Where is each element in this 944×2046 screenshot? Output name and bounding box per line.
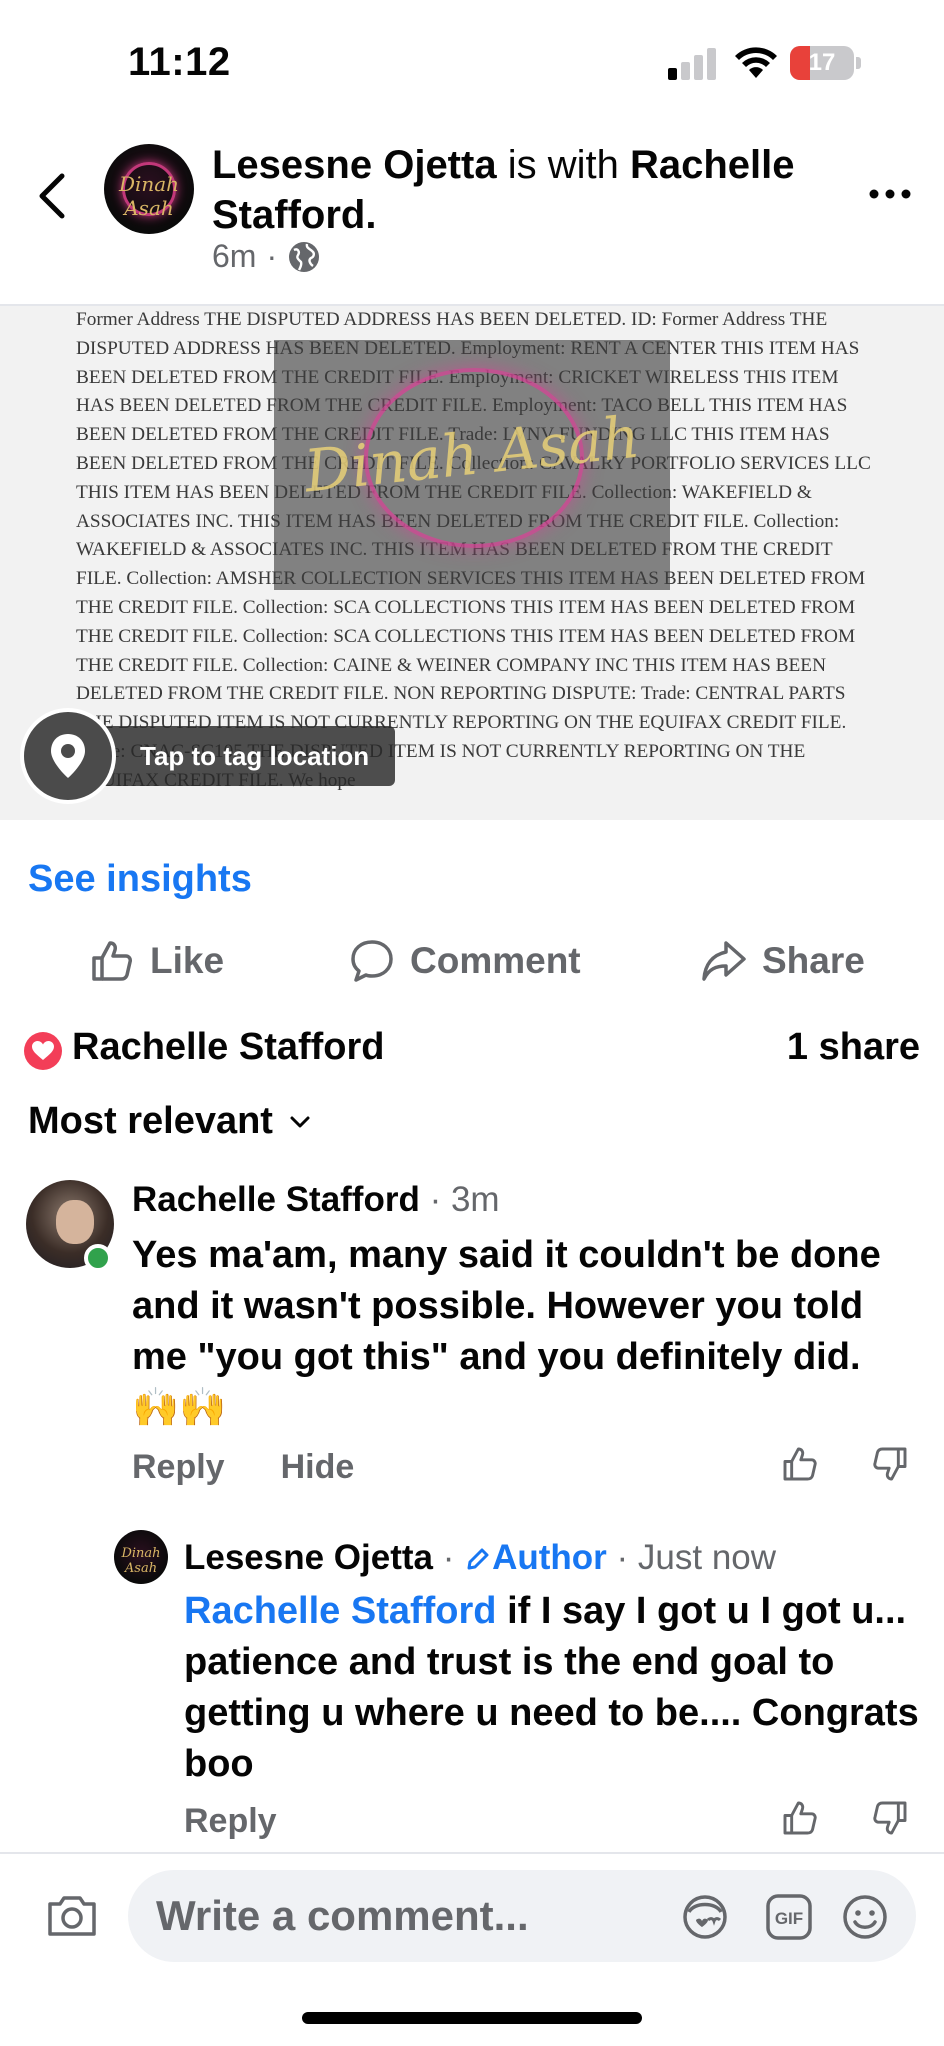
camera-icon[interactable] <box>44 1888 100 1944</box>
comment-label: Comment <box>410 940 581 981</box>
battery-level: 17 <box>808 49 836 76</box>
avatar-face <box>56 1200 94 1244</box>
post-title: Lesesne Ojetta is with Rachelle Stafford… <box>212 140 832 240</box>
love-reaction-icon <box>24 1032 62 1070</box>
author-avatar[interactable]: Dinah Asah <box>104 144 194 234</box>
reply-actions: Reply <box>184 1802 277 1841</box>
author-badge: Author <box>492 1538 607 1577</box>
more-options-icon[interactable] <box>866 174 914 214</box>
tag-location-button[interactable]: Tap to tag location <box>20 708 396 804</box>
reply-header: Lesesne Ojetta · Author · Just now <box>184 1538 776 1578</box>
reply-dislike-icon[interactable] <box>870 1798 910 1838</box>
gif-icon[interactable]: GIF <box>764 1892 814 1942</box>
cellular-signal-icon <box>668 48 716 80</box>
comment-author[interactable]: Rachelle Stafford <box>132 1180 420 1219</box>
post-meta: 6m · <box>212 238 321 275</box>
reply-reply-button[interactable]: Reply <box>184 1802 277 1841</box>
reply-like-icon[interactable] <box>780 1798 820 1838</box>
comment-input[interactable] <box>156 1870 676 1962</box>
pencil-icon <box>467 1548 489 1570</box>
reply-author[interactable]: Lesesne Ojetta <box>184 1538 433 1577</box>
reply-separator-1: · <box>433 1538 465 1577</box>
reply-button[interactable]: Reply <box>132 1448 225 1487</box>
comment-bubble-icon <box>351 940 393 982</box>
post-author-name[interactable]: Lesesne Ojetta <box>212 143 497 187</box>
location-pin-icon <box>20 708 116 804</box>
reply-text: Rachelle Stafford if I say I got u I got… <box>184 1586 924 1790</box>
reaction-name[interactable]: Rachelle Stafford <box>72 1026 385 1069</box>
reactions-row[interactable]: Rachelle Stafford 1 share <box>24 1024 920 1074</box>
wifi-icon <box>735 47 777 78</box>
svg-text:GIF: GIF <box>775 1909 803 1928</box>
thumbs-up-icon <box>92 941 132 981</box>
back-icon[interactable] <box>28 164 78 228</box>
avatar-logo-text: Dinah Asah <box>118 172 180 220</box>
comment-header: Rachelle Stafford · 3m <box>132 1180 500 1220</box>
comment-sort-dropdown[interactable]: Most relevant <box>28 1100 313 1143</box>
battery-indicator: 17 <box>790 46 862 80</box>
reply-separator-2: · <box>606 1538 638 1577</box>
image-watermark: Dinah Asah <box>274 340 670 590</box>
reply-author-avatar[interactable]: Dinah Asah <box>114 1530 168 1584</box>
share-arrow-icon <box>702 941 746 981</box>
like-label: Like <box>150 940 225 981</box>
globe-icon <box>289 241 320 272</box>
home-indicator <box>302 2012 642 2024</box>
post-with-text: is with <box>496 143 630 187</box>
battery-body: 17 <box>790 46 854 80</box>
comment-time: 3m <box>450 1180 500 1219</box>
comment-separator: · <box>419 1180 451 1219</box>
battery-cap <box>856 57 861 69</box>
share-count[interactable]: 1 share <box>787 1026 920 1069</box>
emoji-icon[interactable] <box>840 1892 890 1942</box>
chevron-down-icon <box>290 1116 310 1127</box>
comment-actions: Reply Hide <box>132 1448 354 1487</box>
status-bar: 11:12 17 <box>0 0 944 120</box>
share-label: Share <box>762 940 865 981</box>
avatar-sticker-icon[interactable] <box>680 1892 730 1942</box>
comment-dislike-icon[interactable] <box>870 1444 910 1484</box>
see-insights-link[interactable]: See insights <box>28 858 252 901</box>
meta-separator: · <box>266 238 278 274</box>
reply-avatar-logo-text: Dinah Asah <box>121 1546 161 1576</box>
tag-location-label: Tap to tag location <box>92 726 396 786</box>
share-button[interactable]: Share <box>700 930 865 992</box>
online-status-dot <box>84 1244 112 1272</box>
post-time: 6m <box>212 238 257 274</box>
reply-time: Just now <box>637 1538 777 1577</box>
status-time: 11:12 <box>128 40 231 84</box>
hide-button[interactable]: Hide <box>281 1448 355 1487</box>
comment-button[interactable]: Comment <box>348 930 581 992</box>
comment-text: Yes ma'am, many said it couldn't be done… <box>132 1234 881 1429</box>
comment-like-icon[interactable] <box>780 1444 820 1484</box>
post-tagged-suffix: . <box>365 193 377 237</box>
post-actions: Like Comment Share <box>0 930 944 992</box>
like-button[interactable]: Like <box>88 930 224 992</box>
reply-mention[interactable]: Rachelle Stafford <box>184 1590 497 1632</box>
post-header: Dinah Asah Lesesne Ojetta is with Rachel… <box>0 120 944 306</box>
sort-label: Most relevant <box>28 1100 273 1142</box>
comment-box: GIF <box>128 1870 916 1962</box>
